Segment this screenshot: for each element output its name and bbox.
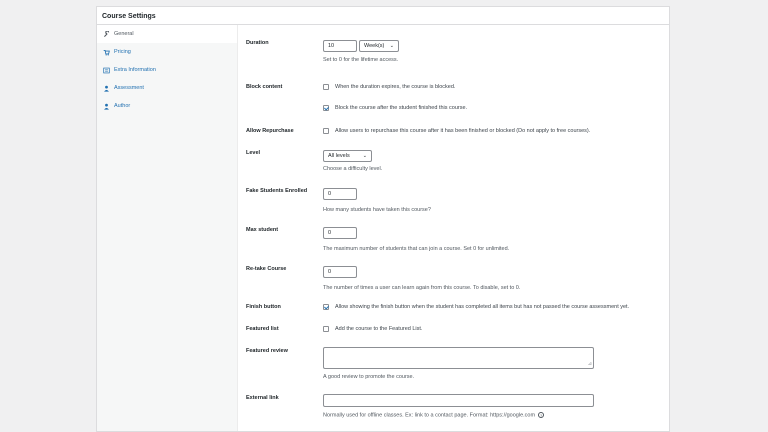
finish-button-checkbox[interactable] bbox=[323, 304, 329, 310]
sidebar-item-general[interactable]: General bbox=[97, 25, 237, 43]
sidebar-item-label: Assessment bbox=[114, 85, 144, 91]
course-settings-panel: Course Settings General Pricing Extra In… bbox=[96, 6, 670, 432]
featured-review-textarea[interactable]: ⊿ bbox=[323, 347, 594, 369]
level-value: All levels bbox=[328, 153, 350, 159]
settings-sidebar: General Pricing Extra Information Assess… bbox=[97, 25, 238, 431]
duration-unit-value: Week(s) bbox=[364, 43, 385, 49]
level-select[interactable]: All levels ⌄ bbox=[323, 150, 372, 162]
sidebar-item-label: Author bbox=[114, 103, 131, 109]
max-student-label: Max student bbox=[246, 227, 279, 233]
duration-desc: Set to 0 for the lifetime access. bbox=[323, 57, 399, 63]
block-expire-text: When the duration expires, the course is… bbox=[335, 84, 456, 90]
finish-button-label: Finish button bbox=[246, 304, 281, 310]
duration-input[interactable]: 10 bbox=[323, 40, 357, 52]
featured-review-label: Featured review bbox=[246, 348, 288, 354]
sidebar-item-extra-information[interactable]: Extra Information bbox=[97, 61, 237, 79]
fake-students-desc: How many students have taken this course… bbox=[323, 207, 431, 213]
fake-students-label: Fake Students Enrolled bbox=[246, 188, 308, 194]
block-expire-checkbox[interactable] bbox=[323, 84, 329, 90]
external-link-input[interactable] bbox=[323, 394, 594, 407]
resize-grip-icon[interactable]: ⊿ bbox=[588, 362, 592, 367]
max-student-input[interactable]: 0 bbox=[323, 227, 357, 239]
chevron-down-icon: ⌄ bbox=[362, 153, 367, 159]
fake-students-input[interactable]: 0 bbox=[323, 188, 357, 200]
featured-list-checkbox[interactable] bbox=[323, 326, 329, 332]
block-finished-text: Block the course after the student finis… bbox=[335, 105, 468, 111]
cart-icon bbox=[102, 48, 110, 56]
sidebar-item-pricing[interactable]: Pricing bbox=[97, 43, 237, 61]
retake-desc: The number of times a user can learn aga… bbox=[323, 285, 521, 291]
max-student-desc: The maximum number of students that can … bbox=[323, 246, 510, 252]
allow-repurchase-checkbox[interactable] bbox=[323, 128, 329, 134]
level-desc: Choose a difficulty level. bbox=[323, 166, 383, 172]
finish-button-text: Allow showing the finish button when the… bbox=[335, 304, 630, 310]
help-icon[interactable]: ? bbox=[538, 412, 545, 418]
duration-label: Duration bbox=[246, 40, 269, 46]
sidebar-item-label: General bbox=[114, 31, 134, 37]
featured-review-desc: A good review to promote the course. bbox=[323, 374, 415, 380]
retake-input[interactable]: 0 bbox=[323, 266, 357, 278]
sidebar-item-label: Extra Information bbox=[114, 67, 156, 73]
duration-unit-select[interactable]: Week(s) ⌄ bbox=[359, 40, 399, 52]
wrench-icon bbox=[102, 30, 110, 38]
sidebar-item-assessment[interactable]: Assessment bbox=[97, 79, 237, 97]
level-label: Level bbox=[246, 150, 261, 156]
external-link-desc: Normally used for offline classes. Ex: l… bbox=[323, 412, 545, 419]
panel-title: Course Settings bbox=[97, 7, 669, 25]
retake-label: Re-take Course bbox=[246, 266, 287, 272]
settings-content: Duration 10 Week(s) ⌄ Set to 0 for the l… bbox=[237, 25, 669, 431]
sidebar-item-author[interactable]: Author bbox=[97, 97, 237, 115]
block-content-label: Block content bbox=[246, 84, 283, 90]
sidebar-item-label: Pricing bbox=[114, 49, 131, 55]
featured-list-label: Featured list bbox=[246, 326, 279, 332]
person-icon bbox=[102, 84, 110, 92]
block-finished-checkbox[interactable] bbox=[323, 105, 329, 111]
external-link-desc-text: Normally used for offline classes. Ex: l… bbox=[323, 412, 536, 419]
external-link-label: External link bbox=[246, 395, 279, 401]
featured-list-text: Add the course to the Featured List. bbox=[335, 326, 423, 332]
person-icon bbox=[102, 102, 110, 110]
list-icon bbox=[102, 66, 110, 74]
allow-repurchase-text: Allow users to repurchase this course af… bbox=[335, 128, 591, 134]
chevron-down-icon: ⌄ bbox=[389, 43, 394, 49]
allow-repurchase-label: Allow Repurchase bbox=[246, 128, 294, 134]
